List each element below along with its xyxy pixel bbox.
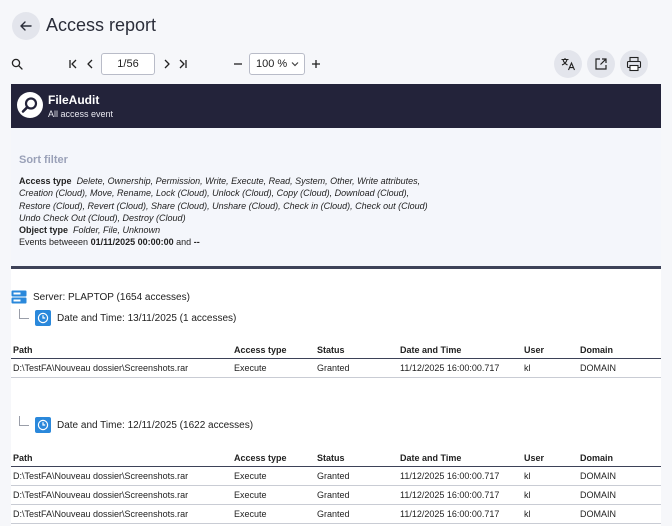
clock-icon [35, 417, 51, 433]
column-header-status[interactable]: Status [315, 450, 398, 467]
cell-date-time: 11/12/2025 16:00:00.717 [398, 485, 522, 505]
open-external-button[interactable] [587, 50, 615, 78]
arrow-left-icon [20, 21, 32, 31]
column-header-access-type[interactable]: Access type [232, 342, 315, 359]
cell-user: kl [522, 358, 578, 378]
table-header-row: Path Access type Status Date and Time Us… [11, 342, 661, 359]
column-header-domain[interactable]: Domain [578, 450, 661, 467]
fileaudit-logo [17, 92, 43, 118]
cell-date-time: 11/12/2025 16:00:00.717 [398, 466, 522, 486]
sort-filter-heading: Sort filter [19, 154, 68, 166]
object-type-label: Object type [19, 225, 69, 236]
toolbar: 1/56 100 % [0, 50, 672, 80]
sort-filter-panel: Sort filter Access type Delete, Ownershi… [11, 128, 661, 266]
cell-path: D:\TestFA\Nouveau dossier\Screenshots.ra… [11, 504, 232, 524]
title-bar: Access report [0, 0, 672, 52]
events-label: Events betweeen [19, 237, 89, 248]
column-header-path[interactable]: Path [11, 342, 232, 359]
column-header-date-time[interactable]: Date and Time [398, 450, 522, 467]
cell-domain: DOMAIN [578, 358, 661, 378]
events-to: -- [193, 237, 200, 248]
table-row: D:\TestFA\Nouveau dossier\Screenshots.ra… [11, 466, 661, 486]
cell-status: Granted [315, 485, 398, 505]
zoom-value: 100 % [256, 58, 288, 70]
cell-access-type: Execute [232, 485, 315, 505]
open-external-icon [595, 58, 607, 70]
server-group-header: Server: PLAPTOP (1654 accesses) [11, 288, 190, 306]
brand-name: FileAudit [48, 93, 100, 107]
date-group-label: Date and Time: 12/11/2025 (1622 accesses… [57, 419, 254, 431]
cell-user: kl [522, 485, 578, 505]
table-row: D:\TestFA\Nouveau dossier\Screenshots.ra… [11, 358, 661, 378]
tree-connector [19, 309, 29, 319]
access-type-label: Access type [19, 176, 72, 186]
cell-path: D:\TestFA\Nouveau dossier\Screenshots.ra… [11, 466, 232, 486]
cell-user: kl [522, 466, 578, 486]
cell-user: kl [522, 504, 578, 524]
magnifier-logo-icon [21, 97, 38, 113]
report-banner: FileAudit All access event [11, 84, 661, 128]
object-type-values: Folder, File, Unknown [73, 225, 161, 236]
page-title: Access report [46, 15, 157, 35]
last-page-icon[interactable] [176, 57, 190, 71]
cell-date-time: 11/12/2025 16:00:00.717 [398, 504, 522, 524]
column-header-user[interactable]: User [522, 450, 578, 467]
clock-icon [35, 310, 51, 326]
date-group-label: Date and Time: 13/11/2025 (1 accesses) [57, 312, 237, 324]
page-number-input[interactable]: 1/56 [101, 53, 155, 75]
date-group-header: Date and Time: 12/11/2025 (1622 accesses… [19, 415, 253, 435]
first-page-icon[interactable] [66, 57, 80, 71]
access-type-line-3: Restore (Cloud), Revert (Cloud), Share (… [19, 200, 428, 211]
cell-domain: DOMAIN [578, 504, 661, 524]
column-header-domain[interactable]: Domain [578, 342, 661, 359]
translate-icon [561, 58, 576, 71]
zoom-select[interactable]: 100 % [249, 53, 305, 75]
column-header-status[interactable]: Status [315, 342, 398, 359]
chevron-left-icon[interactable] [83, 57, 97, 71]
chevron-right-icon[interactable] [160, 57, 174, 71]
sort-filter-body: Access type Delete, Ownership, Permissio… [19, 175, 655, 249]
access-table: Path Access type Status Date and Time Us… [11, 342, 661, 378]
table-header-row: Path Access type Status Date and Time Us… [11, 450, 661, 467]
chevron-down-icon [291, 62, 299, 67]
tree-connector [19, 416, 29, 426]
search-icon[interactable] [10, 57, 24, 71]
date-group-header: Date and Time: 13/11/2025 (1 accesses) [19, 308, 236, 328]
translate-button[interactable] [554, 50, 582, 78]
report-page: FileAudit All access event Sort filter A… [11, 84, 661, 526]
cell-path: D:\TestFA\Nouveau dossier\Screenshots.ra… [11, 485, 232, 505]
table-row: D:\TestFA\Nouveau dossier\Screenshots.ra… [11, 485, 661, 505]
column-header-path[interactable]: Path [11, 450, 232, 467]
cell-domain: DOMAIN [578, 485, 661, 505]
events-and: and [176, 237, 192, 248]
cell-access-type: Execute [232, 466, 315, 486]
access-type-line-4: Undo Check Out (Cloud), Destroy (Cloud) [19, 212, 186, 223]
cell-domain: DOMAIN [578, 466, 661, 486]
print-button[interactable] [620, 50, 648, 78]
column-header-user[interactable]: User [522, 342, 578, 359]
plus-icon[interactable] [309, 57, 323, 71]
access-type-line-1: Delete, Ownership, Permission, Write, Ex… [76, 176, 421, 186]
section-divider [11, 266, 661, 269]
cell-access-type: Execute [232, 358, 315, 378]
minus-icon[interactable] [231, 57, 245, 71]
access-type-line-2: Creation (Cloud), Move, Rename, Lock (Cl… [19, 188, 410, 199]
print-icon [626, 56, 642, 72]
server-label: Server: PLAPTOP (1654 accesses) [33, 291, 190, 303]
cell-status: Granted [315, 358, 398, 378]
cell-status: Granted [315, 504, 398, 524]
report-subtitle: All access event [48, 109, 114, 119]
cell-date-time: 11/12/2025 16:00:00.717 [398, 358, 522, 378]
cell-status: Granted [315, 466, 398, 486]
events-from: 01/11/2025 00:00:00 [90, 237, 174, 248]
cell-path: D:\TestFA\Nouveau dossier\Screenshots.ra… [11, 358, 232, 378]
column-header-date-time[interactable]: Date and Time [398, 342, 522, 359]
server-icon [11, 290, 27, 304]
access-table: Path Access type Status Date and Time Us… [11, 450, 661, 524]
back-button[interactable] [12, 12, 40, 40]
cell-access-type: Execute [232, 504, 315, 524]
table-row: D:\TestFA\Nouveau dossier\Screenshots.ra… [11, 504, 661, 524]
column-header-access-type[interactable]: Access type [232, 450, 315, 467]
